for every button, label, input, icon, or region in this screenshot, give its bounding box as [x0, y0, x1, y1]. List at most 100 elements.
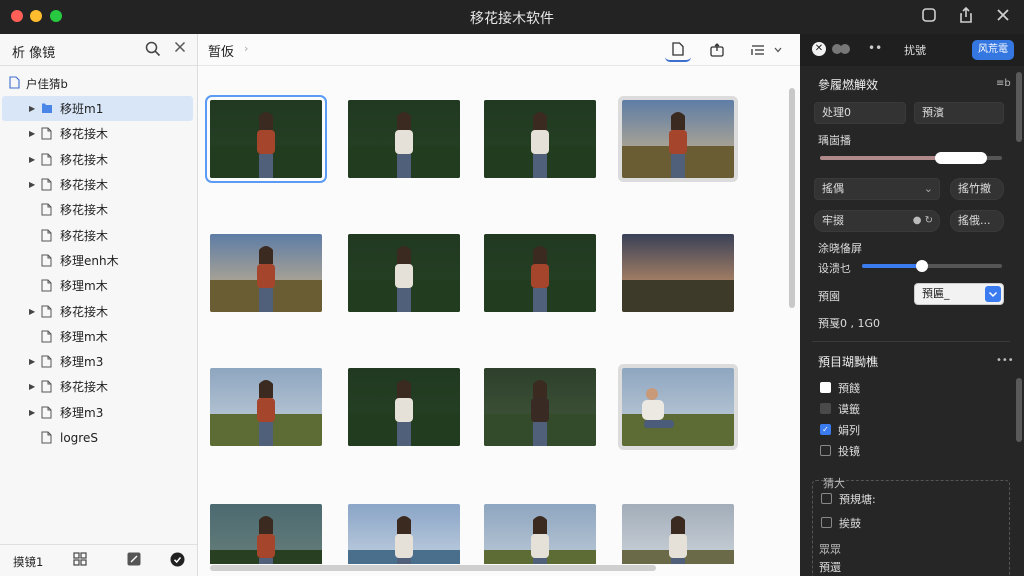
color-dots[interactable] [832, 43, 850, 57]
dropdown-field[interactable]: 搖偶 ⌄ [814, 178, 940, 200]
disclosure-arrow-icon[interactable]: ▶ [29, 129, 35, 138]
slider-1[interactable] [820, 152, 1002, 164]
photo-thumbnail[interactable] [348, 100, 460, 178]
sidebar-footer-label: 摸镜1 [13, 555, 44, 569]
photo-thumbnail[interactable] [622, 234, 734, 312]
tree-item[interactable]: 移理m木 [0, 273, 197, 298]
close-icon[interactable]: ✕ [812, 42, 826, 56]
photo-thumbnail[interactable] [348, 368, 460, 446]
field-3[interactable]: 牢掇 ● ↻ [814, 210, 940, 232]
tree-item[interactable]: 移理enh木 [0, 248, 197, 273]
tree-item[interactable]: ▶ 移班m1 [2, 96, 193, 122]
vertical-scrollbar[interactable] [788, 74, 796, 564]
photo-thumbnail[interactable] [210, 368, 322, 446]
horizontal-scrollbar[interactable] [198, 562, 788, 574]
document-icon [41, 279, 52, 292]
document-icon [41, 305, 52, 318]
checkbox-label: 預規塘: [839, 493, 876, 506]
checkbox[interactable] [820, 382, 831, 393]
share-icon[interactable] [956, 6, 976, 27]
photo-thumbnail[interactable] [622, 504, 734, 564]
field-3-side-button[interactable]: 搖俄... [950, 210, 1004, 232]
tree-item[interactable]: ▶ 移理m3 [0, 400, 197, 425]
photo-thumbnail[interactable] [484, 234, 596, 312]
document-icon [41, 431, 52, 444]
checkbox[interactable]: ✓ [820, 424, 831, 435]
field-3-label: 牢掇 [822, 214, 844, 227]
document-icon [41, 406, 52, 419]
tree-item[interactable]: logreS [0, 425, 197, 450]
tree-item[interactable]: ▶ 移花接木 [0, 121, 197, 146]
photo-thumbnail[interactable] [205, 95, 327, 183]
select-field[interactable]: 預匾_ [914, 283, 1004, 305]
panel-scrollbar[interactable] [1016, 72, 1022, 472]
disclosure-arrow-icon[interactable]: ▶ [29, 155, 35, 164]
slider-handle[interactable] [934, 152, 987, 164]
window-title: 移花接木软件 [470, 11, 554, 27]
sidebar-title: 析 像镜 [12, 46, 56, 61]
section3-title: 預目瑚黝樵 [818, 355, 879, 369]
checkbox[interactable] [820, 445, 831, 456]
photo-thumbnail[interactable] [210, 504, 322, 564]
document-icon [41, 178, 52, 191]
tree-item[interactable]: ▶ 移花接木 [0, 374, 197, 399]
tree-root[interactable]: 户佳猜b [9, 76, 68, 92]
photo-thumbnail[interactable] [622, 368, 734, 446]
disclosure-arrow-icon[interactable]: ▶ [29, 104, 35, 113]
disclosure-arrow-icon[interactable]: ▶ [29, 307, 35, 316]
disclosure-arrow-icon[interactable]: ▶ [29, 382, 35, 391]
more-icon[interactable]: •• [868, 41, 882, 55]
photo-thumbnail[interactable] [210, 234, 322, 312]
document-view-button[interactable] [665, 38, 691, 62]
tree-item[interactable]: ▶ 移理m3 [0, 349, 197, 374]
tree-item[interactable]: 移花接木 [0, 222, 197, 247]
primary-button[interactable]: 风荒電 [972, 40, 1014, 60]
divider [812, 341, 1010, 342]
slider-handle[interactable] [916, 260, 929, 272]
list-view-button[interactable] [745, 38, 771, 62]
square-icon[interactable] [919, 7, 939, 27]
tree-item-label: logreS [60, 430, 98, 445]
photo-thumbnail[interactable] [622, 100, 734, 178]
checkbox[interactable] [820, 403, 831, 414]
disclosure-arrow-icon[interactable]: ▶ [29, 357, 35, 366]
chevron-down-icon[interactable] [770, 38, 786, 62]
list-icon [751, 45, 764, 55]
tree-item[interactable]: 移花接木 [0, 197, 197, 222]
edit-icon[interactable] [127, 552, 143, 568]
search-icon[interactable] [145, 41, 161, 57]
close-icon[interactable] [993, 7, 1013, 27]
chevron-down-icon: ⌄ [923, 182, 933, 195]
tree-item-label: 移花接木 [60, 380, 109, 395]
tree-item[interactable]: ▶ 移花接木 [0, 298, 197, 323]
photo-thumbnail[interactable] [348, 504, 460, 564]
grid-icon[interactable] [73, 552, 89, 568]
thumbnail-grid [198, 66, 788, 564]
toggle-icon: ● ↻ [912, 215, 933, 226]
checkbox-label: 預餞 [838, 382, 860, 395]
tree-item[interactable]: ▶ 移花接木 [0, 172, 197, 197]
check-icon[interactable] [170, 552, 186, 568]
photo-thumbnail[interactable] [484, 368, 596, 446]
section3-menu-icon[interactable]: ••• [996, 355, 1014, 366]
panel-tab[interactable]: 扰號 [904, 42, 926, 58]
disclosure-arrow-icon[interactable]: ▶ [29, 408, 35, 417]
checkbox[interactable] [821, 517, 832, 528]
photo-thumbnail[interactable] [348, 234, 460, 312]
disclosure-arrow-icon[interactable]: ▶ [29, 180, 35, 189]
slider2-label: 设溃乜 [818, 262, 851, 275]
right-field[interactable]: 預濱 [914, 102, 1004, 124]
section-menu-icon[interactable]: ≡b [996, 78, 1011, 89]
slider-2[interactable] [862, 260, 1002, 272]
left-field[interactable]: 处理0 [814, 102, 906, 124]
tree-item[interactable]: 移理m木 [0, 324, 197, 349]
close-icon[interactable] [174, 39, 186, 57]
document-icon [41, 127, 52, 140]
export-button[interactable] [704, 38, 730, 62]
photo-thumbnail[interactable] [484, 100, 596, 178]
photo-thumbnail[interactable] [484, 504, 596, 564]
main-toolbar: 暂仮 › [198, 34, 800, 66]
checkbox[interactable] [821, 493, 832, 504]
tree-item[interactable]: ▶ 移花接木 [0, 147, 197, 172]
dropdown-side-button[interactable]: 搖竹撤 [950, 178, 1004, 200]
